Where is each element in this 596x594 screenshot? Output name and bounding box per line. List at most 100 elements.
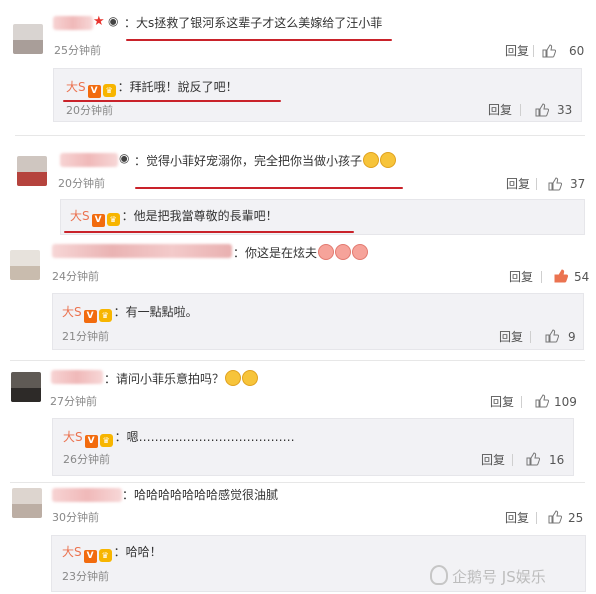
- comment-divider: [10, 482, 585, 483]
- comment-time: 20分钟前: [58, 177, 105, 190]
- thumbs-up-icon[interactable]: [548, 510, 562, 524]
- comment-text-content: ：请问小菲乐意拍吗？: [104, 372, 225, 386]
- reply-author[interactable]: 大S: [70, 209, 90, 223]
- vip-icon: ♛: [102, 84, 116, 97]
- comment-time: 24分钟前: [52, 270, 99, 283]
- emoji-icon: [352, 244, 369, 260]
- emoji-icon: [335, 244, 352, 260]
- reply-button[interactable]: 回复: [509, 270, 533, 284]
- divider: [521, 396, 522, 408]
- thumbs-up-icon[interactable]: [526, 452, 540, 466]
- reply-author[interactable]: 大S: [66, 80, 86, 94]
- avatar[interactable]: [13, 24, 43, 54]
- username-blurred[interactable]: [60, 153, 118, 167]
- comment-text-content: ：你这是在炫夫: [233, 246, 318, 260]
- comment-text: ：你这是在炫夫: [233, 244, 369, 261]
- comment-divider: [10, 360, 585, 361]
- verified-icon: V: [91, 214, 105, 227]
- panda-icon: ◉: [108, 14, 119, 28]
- like-count: 33: [557, 103, 573, 117]
- like-count: 16: [549, 453, 565, 467]
- reply-text: ：哈哈！: [113, 545, 162, 559]
- thumbs-up-icon[interactable]: [554, 269, 568, 283]
- comment-text: ：请问小菲乐意拍吗？: [104, 370, 259, 387]
- avatar[interactable]: [12, 488, 42, 518]
- comment-text: ：哈哈哈哈哈哈哈感觉很油腻: [122, 488, 279, 502]
- vip-icon: ♛: [98, 549, 112, 562]
- avatar[interactable]: [10, 250, 40, 280]
- reply-line: 大S V ♛ ：嗯…………………………………: [63, 429, 295, 448]
- reply-line: 大S V ♛ ：哈哈！: [62, 544, 162, 563]
- username-blurred[interactable]: [52, 244, 232, 258]
- reply-author[interactable]: 大S: [62, 305, 82, 319]
- star-icon: ★: [93, 14, 105, 29]
- avatar[interactable]: [17, 156, 47, 186]
- panda-icon: ◉: [119, 151, 130, 165]
- reply-button[interactable]: 回复: [499, 330, 523, 344]
- verified-icon: V: [83, 310, 97, 323]
- username-blurred[interactable]: [53, 16, 93, 30]
- crying-emoji-icon: [380, 152, 397, 168]
- comment-time: 27分钟前: [50, 395, 97, 408]
- reply-line: 大S V ♛ ：拜託哦！說反了吧！: [66, 79, 238, 98]
- reply-button[interactable]: 回复: [506, 177, 530, 191]
- thumbs-up-icon[interactable]: [545, 329, 559, 343]
- highlight-underline: [63, 100, 281, 102]
- highlight-underline: [126, 39, 392, 41]
- penguin-logo-icon: [430, 565, 448, 585]
- reply-button[interactable]: 回复: [505, 44, 529, 58]
- reply-time: 20分钟前: [66, 104, 113, 117]
- highlight-underline: [64, 231, 354, 233]
- divider: [530, 331, 531, 343]
- watermark: 企鹅号 JS娱乐: [430, 565, 546, 587]
- username-blurred[interactable]: [51, 370, 103, 384]
- emoji-icon: [318, 244, 335, 260]
- divider: [520, 104, 521, 116]
- thumbs-up-icon[interactable]: [535, 394, 549, 408]
- thumbs-up-icon[interactable]: [535, 103, 549, 117]
- comment-text: ：觉得小菲好宠溺你，完全把你当做小孩子: [134, 152, 397, 169]
- reply-button[interactable]: 回复: [481, 453, 505, 467]
- like-count: 9: [568, 330, 576, 344]
- highlight-underline: [135, 187, 403, 189]
- thumbs-up-icon[interactable]: [548, 177, 562, 191]
- reply-author[interactable]: 大S: [62, 545, 82, 559]
- comment-time: 25分钟前: [54, 44, 101, 57]
- divider: [536, 178, 537, 190]
- comment-divider: [15, 135, 585, 136]
- avatar[interactable]: [11, 372, 41, 402]
- comment-text-content: ：觉得小菲好宠溺你，完全把你当做小孩子: [134, 154, 363, 168]
- thumbs-up-icon[interactable]: [542, 44, 556, 58]
- reply-text: ：他是把我當尊敬的長輩吧！: [121, 209, 278, 223]
- crying-emoji-icon: [363, 152, 380, 168]
- reply-button[interactable]: 回复: [505, 511, 529, 525]
- like-count: 60: [569, 44, 585, 58]
- divider: [536, 512, 537, 524]
- verified-icon: V: [87, 85, 101, 98]
- reply-line: 大S V ♛ ：他是把我當尊敬的長輩吧！: [70, 208, 278, 227]
- smirk-emoji-icon: [242, 370, 259, 386]
- reply-text: ：拜託哦！說反了吧！: [117, 80, 238, 94]
- laughing-emoji-icon: [225, 370, 242, 386]
- verified-icon: V: [84, 435, 98, 448]
- watermark-text: 企鹅号 JS娱乐: [452, 568, 546, 586]
- divider: [533, 45, 534, 57]
- comment-text: ：大s拯救了银河系这辈子才这么美嫁给了汪小菲: [124, 16, 383, 30]
- reply-button[interactable]: 回复: [488, 103, 512, 117]
- vip-icon: ♛: [99, 434, 113, 447]
- comment-time: 30分钟前: [52, 511, 99, 524]
- reply-time: 21分钟前: [62, 330, 109, 343]
- vip-icon: ♛: [106, 213, 120, 226]
- verified-icon: V: [83, 550, 97, 563]
- like-count: 25: [568, 511, 584, 525]
- reply-line: 大S V ♛ ：有一點點啦。: [62, 304, 198, 323]
- reply-text: ：嗯…………………………………: [114, 430, 295, 444]
- reply-button[interactable]: 回复: [490, 395, 514, 409]
- username-blurred[interactable]: [52, 488, 122, 502]
- like-count: 109: [554, 395, 577, 409]
- reply-time: 26分钟前: [63, 453, 110, 466]
- reply-author[interactable]: 大S: [63, 430, 83, 444]
- divider: [541, 271, 542, 283]
- vip-icon: ♛: [98, 309, 112, 322]
- reply-text: ：有一點點啦。: [113, 305, 198, 319]
